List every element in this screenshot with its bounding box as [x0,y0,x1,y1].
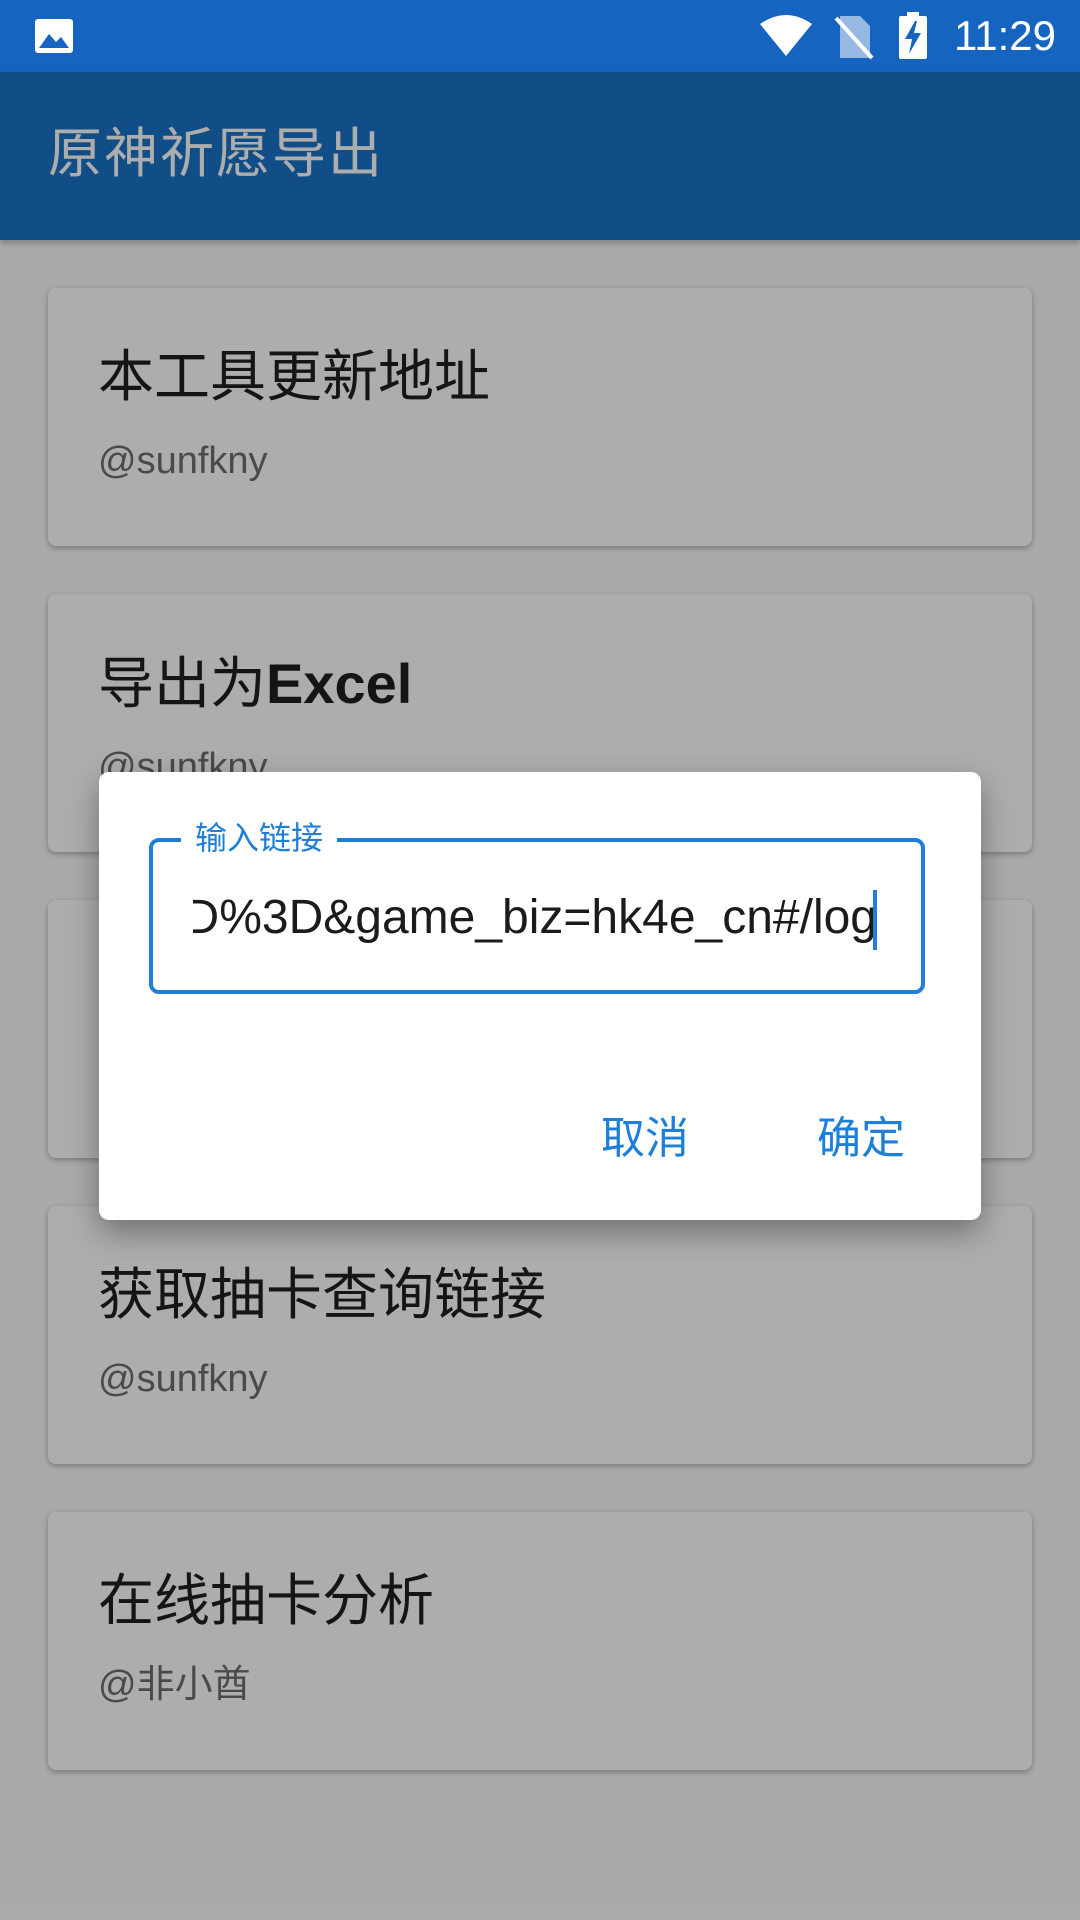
link-input-text: 3D%3D&game_biz=hk4e_cn#/log [193,891,877,944]
gallery-icon [34,18,74,58]
link-input-field[interactable]: 输入链接 3D%3D&game_biz=hk4e_cn#/log [149,818,925,994]
input-link-dialog: 输入链接 3D%3D&game_biz=hk4e_cn#/log 取消 确定 [99,772,981,1220]
status-clock: 11:29 [954,12,1056,59]
status-bar: 11:29 [0,0,1080,72]
link-input-label: 输入链接 [181,818,338,858]
text-cursor [873,890,877,950]
no-sim-icon [834,14,874,64]
battery-charging-icon [898,12,928,64]
confirm-button[interactable]: 确定 [817,1112,905,1166]
cancel-button[interactable]: 取消 [601,1112,689,1166]
link-input-value[interactable]: 3D%3D&game_biz=hk4e_cn#/log [193,888,877,948]
wifi-icon [758,14,814,62]
